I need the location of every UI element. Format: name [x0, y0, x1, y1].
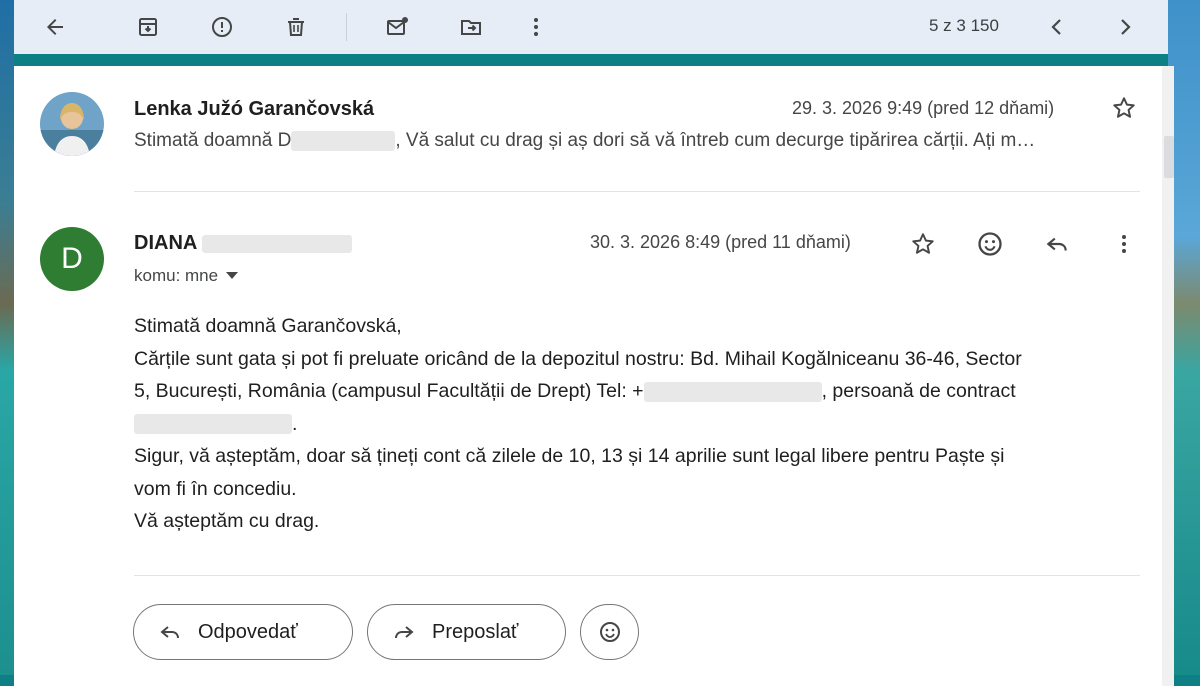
body-text-phone: 5, București, România (campusul Facultăț…: [134, 380, 644, 402]
reply-label: Odpovedať: [198, 620, 298, 643]
body-line: Cărțile sunt gata și pot fi preluate ori…: [134, 347, 1022, 370]
body-line: vom fi în concediu.: [134, 477, 297, 500]
message-2-sender: DIANA: [134, 232, 353, 255]
back-arrow-icon[interactable]: [38, 10, 72, 44]
archive-icon[interactable]: [131, 10, 165, 44]
chevron-left-icon[interactable]: [1040, 10, 1074, 44]
star-icon[interactable]: [905, 226, 941, 262]
recipient-label: komu: mne: [134, 266, 219, 285]
star-icon[interactable]: [1108, 92, 1140, 124]
message-separator: [134, 575, 1140, 576]
mark-unread-icon[interactable]: [380, 10, 414, 44]
toolbar-divider: [346, 13, 347, 41]
emoji-icon: [599, 622, 620, 642]
forward-label: Preposlať: [432, 620, 519, 643]
body-line: Sigur, vă așteptăm, doar să țineți cont …: [134, 445, 1005, 467]
emoji-button[interactable]: [580, 604, 639, 660]
recipient-toggle[interactable]: komu: mne: [134, 266, 239, 286]
toolbar: 5 z 3 150: [14, 0, 1168, 54]
more-vert-icon[interactable]: [519, 10, 553, 44]
scrollbar-thumb[interactable]: [1164, 136, 1174, 178]
forward-button[interactable]: Preposlať: [367, 604, 566, 660]
sender-name: DIANA: [134, 232, 197, 254]
reply-button[interactable]: Odpovedať: [133, 604, 353, 660]
reply-icon[interactable]: [1039, 226, 1075, 262]
desktop-background-left: [0, 0, 14, 675]
redacted-phone: [643, 381, 822, 402]
redacted-contact-name: [134, 414, 292, 435]
avatar[interactable]: [40, 92, 104, 156]
redacted-surname: [202, 234, 353, 253]
message-panel: Lenka Južó Garančovská 29. 3. 2026 9:49 …: [14, 66, 1168, 686]
body-line: Stimată doamnă Garančovská,: [134, 315, 402, 337]
move-to-icon[interactable]: [454, 10, 488, 44]
redacted-name: [291, 130, 396, 151]
avatar[interactable]: D: [40, 227, 104, 291]
message-1-date: 29. 3. 2026 9:49 (pred 12 dňami): [792, 98, 1055, 118]
scrollbar[interactable]: [1162, 66, 1174, 686]
body-line: .: [134, 408, 1144, 441]
message-2-date: 30. 3. 2026 8:49 (pred 11 dňami): [590, 232, 851, 252]
forward-icon: [395, 626, 414, 639]
message-counter: 5 z 3 150: [929, 16, 999, 35]
snippet-start: Stimată doamnă D: [134, 130, 292, 151]
message-body: Stimată doamnă Garančovská, Cărțile sunt…: [134, 310, 1144, 538]
delete-icon[interactable]: [279, 10, 313, 44]
body-text-contact: , persoană de contract: [821, 380, 1016, 402]
more-vert-icon[interactable]: [1106, 226, 1142, 262]
message-1-sender: Lenka Južó Garančovská: [134, 98, 375, 120]
report-spam-icon[interactable]: [205, 10, 239, 44]
reply-icon: [160, 626, 179, 639]
snippet-rest: , Vă salut cu drag și aș dori să vă într…: [395, 130, 1036, 151]
body-line: 5, București, România (campusul Facultăț…: [134, 375, 1144, 408]
caret-down-icon: [226, 272, 239, 279]
chevron-right-icon[interactable]: [1108, 10, 1142, 44]
message-1-snippet[interactable]: Stimată doamnă D , Vă salut cu drag și aș…: [134, 130, 1144, 152]
message-separator: [134, 191, 1140, 192]
emoji-reaction-icon[interactable]: [972, 226, 1008, 262]
body-line: Vă așteptăm cu drag.: [134, 510, 320, 532]
